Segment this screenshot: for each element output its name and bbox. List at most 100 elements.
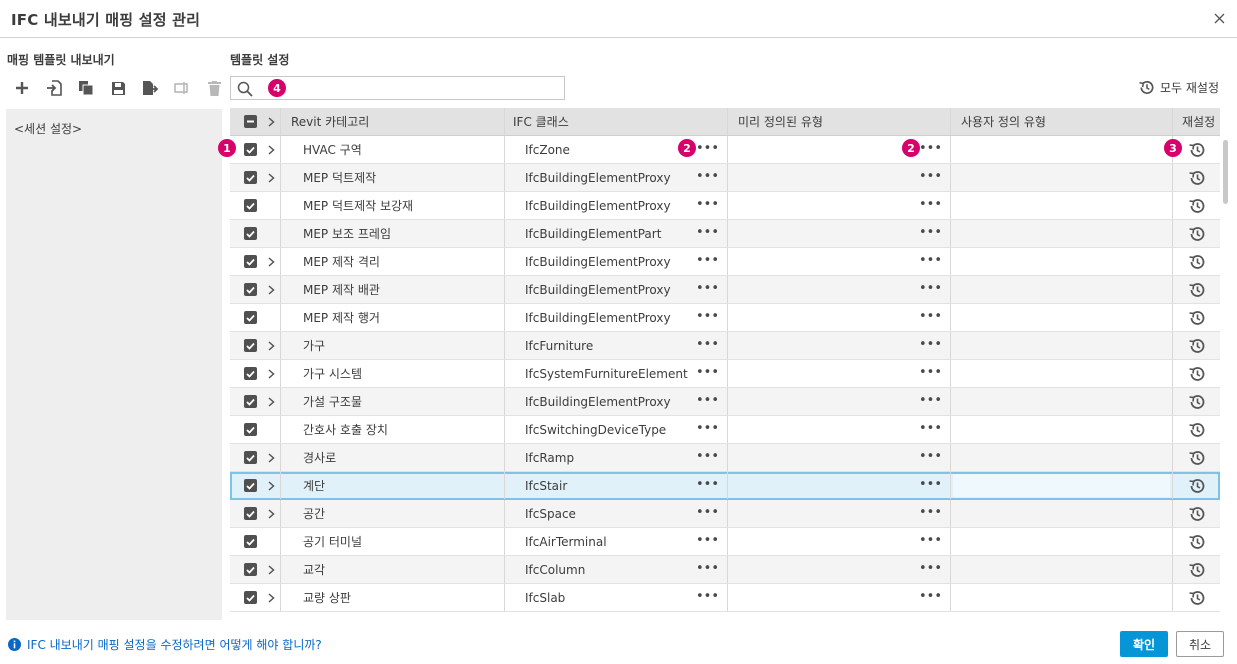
predefined-type-ellipsis-button[interactable]: ••• xyxy=(919,338,942,351)
row-export-checkbox[interactable] xyxy=(244,339,257,352)
rename-template-button[interactable] xyxy=(166,77,198,99)
predefined-type-ellipsis-button[interactable]: ••• xyxy=(919,534,942,547)
predefined-type-ellipsis-button[interactable]: ••• xyxy=(919,282,942,295)
user-defined-type-field[interactable] xyxy=(953,194,1170,217)
row-expand-toggle[interactable] xyxy=(266,396,276,407)
predefined-type-ellipsis-button[interactable]: ••• xyxy=(919,590,942,603)
ifc-class-ellipsis-button[interactable]: ••• xyxy=(696,142,719,155)
predefined-type-ellipsis-button[interactable]: ••• xyxy=(919,310,942,323)
predefined-type-ellipsis-button[interactable]: ••• xyxy=(919,422,942,435)
search-input[interactable] xyxy=(257,79,557,97)
user-defined-type-field[interactable] xyxy=(953,138,1170,161)
ifc-class-ellipsis-button[interactable]: ••• xyxy=(696,422,719,435)
predefined-type-ellipsis-button[interactable]: ••• xyxy=(919,506,942,519)
table-row[interactable]: HVAC 구역 IfcZone ••• ••• xyxy=(230,136,1220,164)
expand-all-toggle[interactable] xyxy=(266,116,276,127)
help-link[interactable]: IFC 내보내기 매핑 설정을 수정하려면 어떻게 해야 합니까? xyxy=(8,636,322,653)
ifc-class-ellipsis-button[interactable]: ••• xyxy=(696,394,719,407)
row-export-checkbox[interactable] xyxy=(244,143,257,156)
table-row[interactable]: 계단 IfcStair ••• ••• xyxy=(230,472,1220,500)
ifc-class-ellipsis-button[interactable]: ••• xyxy=(696,226,719,239)
row-reset-button[interactable] xyxy=(1173,388,1220,415)
row-export-checkbox[interactable] xyxy=(244,563,257,576)
row-export-checkbox[interactable] xyxy=(244,171,257,184)
user-defined-type-field[interactable] xyxy=(953,418,1170,441)
export-template-button[interactable] xyxy=(134,77,166,99)
table-row[interactable]: MEP 덕트제작 보강재 IfcBuildingElementProxy ••• ••… xyxy=(230,192,1220,220)
row-expand-toggle[interactable] xyxy=(266,144,276,155)
predefined-type-ellipsis-button[interactable]: ••• xyxy=(919,198,942,211)
row-expand-toggle[interactable] xyxy=(266,340,276,351)
table-row[interactable]: 공간 IfcSpace ••• ••• xyxy=(230,500,1220,528)
user-defined-type-field[interactable] xyxy=(953,558,1170,581)
row-reset-button[interactable] xyxy=(1173,304,1220,331)
predefined-type-ellipsis-button[interactable]: ••• xyxy=(919,226,942,239)
ifc-class-ellipsis-button[interactable]: ••• xyxy=(696,198,719,211)
header-ifc-class[interactable]: IFC 클래스 xyxy=(505,108,728,135)
row-export-checkbox[interactable] xyxy=(244,507,257,520)
ifc-class-ellipsis-button[interactable]: ••• xyxy=(696,478,719,491)
row-reset-button[interactable] xyxy=(1173,360,1220,387)
predefined-type-ellipsis-button[interactable]: ••• xyxy=(919,254,942,267)
row-export-checkbox[interactable] xyxy=(244,255,257,268)
row-reset-button[interactable] xyxy=(1173,500,1220,527)
user-defined-type-field[interactable] xyxy=(953,474,1170,497)
row-export-checkbox[interactable] xyxy=(244,311,257,324)
row-expand-toggle[interactable] xyxy=(266,172,276,183)
row-expand-toggle[interactable] xyxy=(266,508,276,519)
ifc-class-ellipsis-button[interactable]: ••• xyxy=(696,450,719,463)
row-expand-toggle[interactable] xyxy=(266,256,276,267)
row-export-checkbox[interactable] xyxy=(244,227,257,240)
row-reset-button[interactable] xyxy=(1173,276,1220,303)
row-expand-toggle[interactable] xyxy=(266,564,276,575)
user-defined-type-field[interactable] xyxy=(953,362,1170,385)
ifc-class-ellipsis-button[interactable]: ••• xyxy=(696,506,719,519)
row-export-checkbox[interactable] xyxy=(244,591,257,604)
row-reset-button[interactable] xyxy=(1173,528,1220,555)
ifc-class-ellipsis-button[interactable]: ••• xyxy=(696,366,719,379)
row-reset-button[interactable] xyxy=(1173,164,1220,191)
predefined-type-ellipsis-button[interactable]: ••• xyxy=(919,562,942,575)
row-reset-button[interactable] xyxy=(1173,220,1220,247)
user-defined-type-field[interactable] xyxy=(953,334,1170,357)
table-row[interactable]: MEP 덕트제작 IfcBuildingElementProxy ••• ••• xyxy=(230,164,1220,192)
row-export-checkbox[interactable] xyxy=(244,395,257,408)
ifc-class-ellipsis-button[interactable]: ••• xyxy=(696,310,719,323)
template-item-session[interactable]: <세션 설정> xyxy=(14,120,82,137)
predefined-type-ellipsis-button[interactable]: ••• xyxy=(919,170,942,183)
add-template-button[interactable] xyxy=(6,77,38,99)
row-export-checkbox[interactable] xyxy=(244,451,257,464)
table-row[interactable]: MEP 보조 프레임 IfcBuildingElementPart ••• ••• xyxy=(230,220,1220,248)
table-row[interactable]: 교각 IfcColumn ••• ••• xyxy=(230,556,1220,584)
ifc-class-ellipsis-button[interactable]: ••• xyxy=(696,170,719,183)
select-all-checkbox[interactable] xyxy=(244,115,257,128)
close-button[interactable] xyxy=(1209,8,1229,28)
row-reset-button[interactable] xyxy=(1173,332,1220,359)
row-expand-toggle[interactable] xyxy=(266,480,276,491)
row-expand-toggle[interactable] xyxy=(266,452,276,463)
user-defined-type-field[interactable] xyxy=(953,446,1170,469)
user-defined-type-field[interactable] xyxy=(953,390,1170,413)
row-expand-toggle[interactable] xyxy=(266,592,276,603)
ifc-class-ellipsis-button[interactable]: ••• xyxy=(696,338,719,351)
table-row[interactable]: 간호사 호출 장치 IfcSwitchingDeviceType ••• ••• xyxy=(230,416,1220,444)
row-reset-button[interactable] xyxy=(1173,192,1220,219)
user-defined-type-field[interactable] xyxy=(953,278,1170,301)
table-row[interactable]: MEP 제작 격리 IfcBuildingElementProxy ••• ••• xyxy=(230,248,1220,276)
header-category[interactable]: Revit 카테고리 xyxy=(281,108,505,135)
user-defined-type-field[interactable] xyxy=(953,586,1170,609)
row-export-checkbox[interactable] xyxy=(244,535,257,548)
row-reset-button[interactable] xyxy=(1173,556,1220,583)
table-row[interactable]: 가구 IfcFurniture ••• ••• xyxy=(230,332,1220,360)
row-reset-button[interactable] xyxy=(1173,444,1220,471)
table-row[interactable]: MEP 제작 행거 IfcBuildingElementProxy ••• ••• xyxy=(230,304,1220,332)
table-row[interactable]: 가설 구조물 IfcBuildingElementProxy ••• ••• xyxy=(230,388,1220,416)
import-template-button[interactable] xyxy=(38,77,70,99)
user-defined-type-field[interactable] xyxy=(953,250,1170,273)
row-export-checkbox[interactable] xyxy=(244,199,257,212)
ifc-class-ellipsis-button[interactable]: ••• xyxy=(696,254,719,267)
predefined-type-ellipsis-button[interactable]: ••• xyxy=(919,366,942,379)
scrollbar-thumb[interactable] xyxy=(1223,140,1228,204)
user-defined-type-field[interactable] xyxy=(953,222,1170,245)
table-row[interactable]: 공기 터미널 IfcAirTerminal ••• ••• xyxy=(230,528,1220,556)
